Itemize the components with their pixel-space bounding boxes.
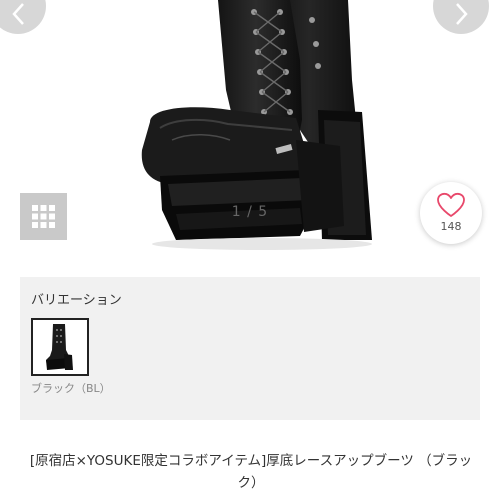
image-grid-button[interactable] — [20, 193, 67, 240]
like-count: 148 — [440, 220, 462, 233]
variation-swatch-black[interactable] — [31, 318, 89, 376]
like-button[interactable]: 148 — [420, 182, 482, 244]
chevron-left-icon — [12, 3, 24, 25]
product-image-gallery[interactable]: 1 / 5 148 — [0, 0, 500, 262]
previous-image-button[interactable] — [0, 0, 46, 34]
next-image-button[interactable] — [433, 0, 489, 34]
product-page: 1 / 5 148 バリエーション ブラック（BL） [原宿店×YOSUKE限定… — [0, 0, 500, 500]
boot-thumbnail — [46, 324, 73, 370]
chevron-right-icon — [456, 3, 468, 25]
grid-icon — [32, 205, 55, 228]
variation-title: バリエーション — [31, 293, 122, 308]
variation-panel: バリエーション ブラック（BL） — [20, 277, 480, 420]
variation-label: ブラック（BL） — [31, 382, 111, 395]
heart-outline-icon — [437, 192, 465, 217]
product-title: [原宿店×YOSUKE限定コラボアイテム]厚底レースアップブーツ （ブラック） — [29, 453, 473, 491]
image-counter: 1 / 5 — [231, 204, 269, 220]
